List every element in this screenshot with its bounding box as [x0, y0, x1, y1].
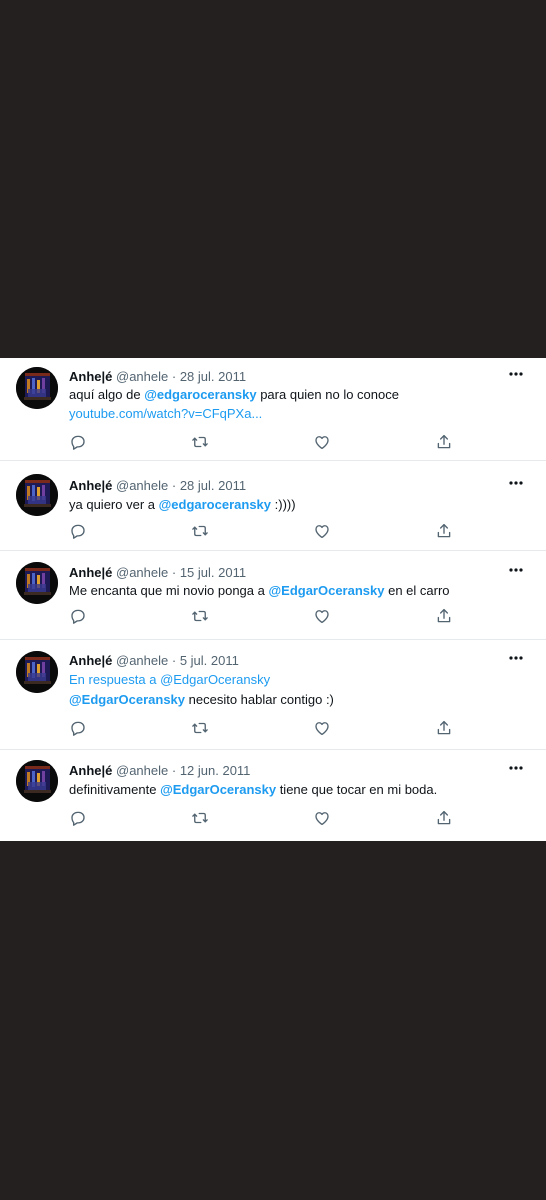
share-icon[interactable]	[435, 522, 453, 540]
reply-icon[interactable]	[69, 809, 87, 827]
handle[interactable]: @anhele	[116, 478, 168, 493]
tweet-date[interactable]: · 5 jul. 2011	[172, 653, 239, 668]
tweet-header: Anhe|é @anhele · 28 jul. 2011	[69, 368, 506, 385]
text-segment: aquí algo de	[69, 387, 145, 402]
text-segment: necesito hablar contigo :)	[185, 692, 334, 707]
tweet-actions	[0, 522, 546, 542]
tweet-actions	[0, 433, 546, 453]
tweet[interactable]: Anhe|é @anhele · 5 jul. 2011 En respuest…	[0, 640, 546, 750]
mention-link[interactable]: @EdgarOceransky	[268, 583, 384, 598]
tweet-text: aquí algo de @edgaroceransky para quien …	[69, 385, 526, 423]
display-name[interactable]: Anhe|é	[69, 653, 112, 668]
display-name[interactable]: Anhe|é	[69, 763, 112, 778]
avatar[interactable]	[16, 651, 58, 693]
text-segment: :))))	[271, 497, 296, 512]
display-name[interactable]: Anhe|é	[69, 565, 112, 580]
avatar[interactable]	[16, 474, 58, 516]
more-icon[interactable]	[508, 563, 524, 575]
retweet-icon[interactable]	[191, 719, 209, 737]
avatar[interactable]	[16, 760, 58, 802]
tweet-feed: Anhe|é @anhele · 28 jul. 2011 aquí algo …	[0, 358, 546, 841]
tweet-date[interactable]: · 28 jul. 2011	[172, 369, 246, 384]
tweet-header: Anhe|é @anhele · 15 jul. 2011	[69, 564, 506, 581]
heart-icon[interactable]	[313, 522, 331, 540]
text-segment: Me encanta que mi novio ponga a	[69, 583, 269, 598]
text-segment: en el carro	[384, 583, 450, 598]
heart-icon[interactable]	[313, 433, 331, 451]
tweet-date[interactable]: · 12 jun. 2011	[172, 763, 251, 778]
more-icon[interactable]	[508, 651, 524, 663]
url-link[interactable]: youtube.com/watch?v=CFqPXa...	[69, 406, 262, 421]
tweet-actions	[0, 719, 546, 739]
tweet-actions	[0, 607, 546, 627]
more-icon[interactable]	[508, 367, 524, 379]
reply-icon[interactable]	[69, 607, 87, 625]
heart-icon[interactable]	[313, 809, 331, 827]
tweet-text: En respuesta a @EdgarOceransky @EdgarOce…	[69, 670, 526, 710]
share-icon[interactable]	[435, 433, 453, 451]
reply-icon[interactable]	[69, 719, 87, 737]
retweet-icon[interactable]	[191, 809, 209, 827]
reply-context: En respuesta a @EdgarOceransky	[69, 670, 526, 690]
tweet-header: Anhe|é @anhele · 12 jun. 2011	[69, 762, 506, 779]
tweet-date[interactable]: · 15 jul. 2011	[172, 565, 246, 580]
display-name[interactable]: Anhe|é	[69, 369, 112, 384]
text-segment: definitivamente	[69, 782, 161, 797]
heart-icon[interactable]	[313, 607, 331, 625]
avatar[interactable]	[16, 562, 58, 604]
more-icon[interactable]	[508, 761, 524, 773]
tweet-date[interactable]: · 28 jul. 2011	[172, 478, 246, 493]
reply-label: En respuesta a	[69, 672, 161, 687]
reply-icon[interactable]	[69, 522, 87, 540]
handle[interactable]: @anhele	[116, 653, 168, 668]
reply-to-link[interactable]: @EdgarOceransky	[160, 672, 270, 687]
tweet-header: Anhe|é @anhele · 28 jul. 2011	[69, 477, 506, 494]
heart-icon[interactable]	[313, 719, 331, 737]
text-segment: para quien no lo conoce	[256, 387, 399, 402]
display-name[interactable]: Anhe|é	[69, 478, 112, 493]
tweet-actions	[0, 809, 546, 829]
share-icon[interactable]	[435, 719, 453, 737]
mention-link[interactable]: @EdgarOceransky	[69, 692, 185, 707]
mention-link[interactable]: @edgaroceransky	[144, 387, 256, 402]
avatar[interactable]	[16, 367, 58, 409]
tweet[interactable]: Anhe|é @anhele · 28 jul. 2011 aquí algo …	[0, 358, 546, 461]
text-segment: ya quiero ver a	[69, 497, 159, 512]
tweet-text: ya quiero ver a @edgaroceransky :))))	[69, 495, 526, 514]
mention-link[interactable]: @edgaroceransky	[159, 497, 271, 512]
share-icon[interactable]	[435, 809, 453, 827]
mention-link[interactable]: @EdgarOceransky	[160, 782, 276, 797]
handle[interactable]: @anhele	[116, 763, 168, 778]
tweet-text: definitivamente @EdgarOceransky tiene qu…	[69, 780, 526, 799]
tweet-text: Me encanta que mi novio ponga a @EdgarOc…	[69, 581, 526, 600]
tweet[interactable]: Anhe|é @anhele · 15 jul. 2011 Me encanta…	[0, 551, 546, 640]
reply-icon[interactable]	[69, 433, 87, 451]
tweet-header: Anhe|é @anhele · 5 jul. 2011	[69, 652, 506, 669]
tweet[interactable]: Anhe|é @anhele · 12 jun. 2011 definitiva…	[0, 750, 546, 841]
handle[interactable]: @anhele	[116, 369, 168, 384]
retweet-icon[interactable]	[191, 607, 209, 625]
text-segment: tiene que tocar en mi boda.	[276, 782, 438, 797]
retweet-icon[interactable]	[191, 433, 209, 451]
share-icon[interactable]	[435, 607, 453, 625]
retweet-icon[interactable]	[191, 522, 209, 540]
more-icon[interactable]	[508, 476, 524, 488]
handle[interactable]: @anhele	[116, 565, 168, 580]
tweet[interactable]: Anhe|é @anhele · 28 jul. 2011 ya quiero …	[0, 461, 546, 551]
